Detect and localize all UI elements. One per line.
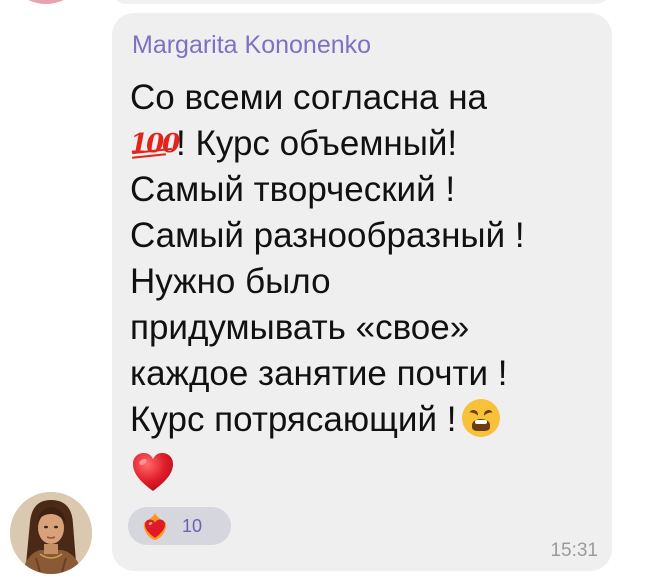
message-line: Курс потрясающий ! — [130, 397, 600, 443]
message-line: Самый разнообразный ! — [130, 216, 525, 255]
weary-face-icon — [462, 399, 501, 437]
message-line: каждое занятие почти ! — [130, 354, 508, 393]
message-line: 100! Курс объемный! — [130, 121, 600, 167]
previous-message-bubble-edge — [110, 0, 612, 4]
hundred-points-icon: 100 — [130, 129, 180, 159]
message-line: Самый творческий ! — [130, 170, 456, 209]
avatar-portrait-icon — [10, 492, 92, 574]
message-line: Нужно было — [130, 262, 331, 301]
message-timestamp: 15:31 — [550, 540, 598, 561]
message-text: Со всеми согласна на 100! Курс объемный!… — [130, 75, 600, 443]
message-bubble[interactable]: Margarita Kononenko Со всеми согласна на… — [112, 13, 612, 571]
heart-on-fire-icon — [143, 513, 167, 540]
reaction-count: 10 — [182, 516, 203, 536]
sender-name[interactable]: Margarita Kononenko — [132, 31, 371, 60]
message-line: придумывать «свое» — [130, 308, 470, 347]
reaction-button[interactable]: 10 — [128, 507, 231, 545]
message-line: Со всеми согласна на — [130, 78, 488, 117]
sender-avatar[interactable] — [10, 492, 92, 574]
message-line-text: Курс потрясающий ! — [130, 400, 457, 439]
red-heart-icon — [133, 453, 173, 491]
message-line-text: ! Курс объемный! — [176, 124, 458, 163]
previous-avatar-edge — [5, 0, 87, 4]
